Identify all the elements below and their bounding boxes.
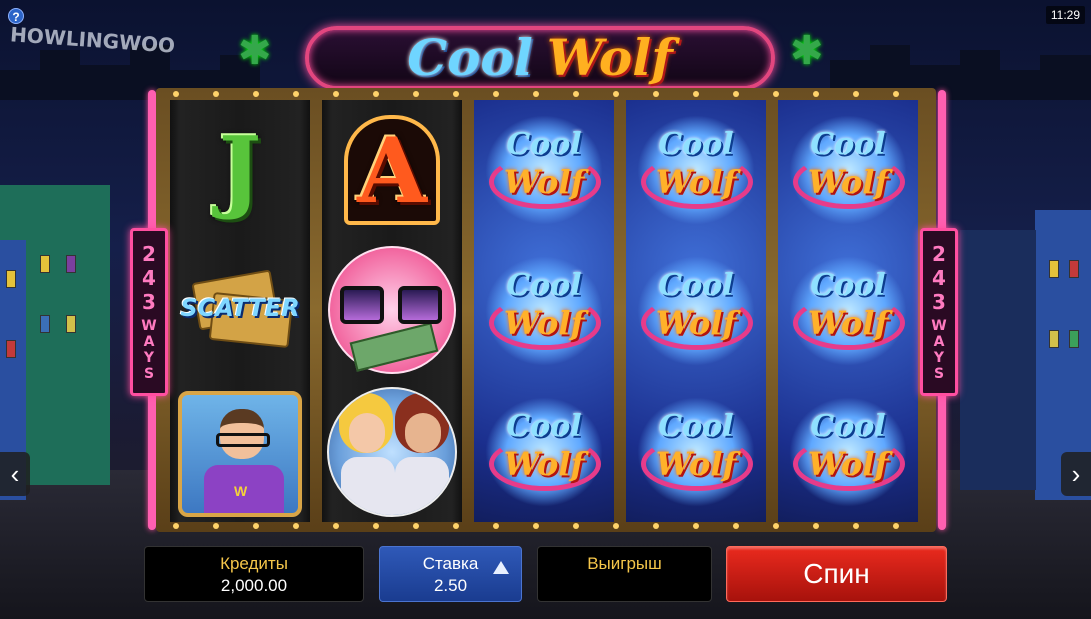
ways-banner-right: 243 WAYS	[920, 228, 958, 396]
symbol-word-cool: Cool	[810, 127, 886, 162]
girls-icon	[327, 387, 457, 517]
reel-5: Cool Wolf Cool Wolf Cool Wolf	[778, 100, 918, 522]
symbol-word-wolf: Wolf	[807, 445, 889, 483]
symbol-word-cool: Cool	[658, 409, 734, 444]
reel-3: Cool Wolf Cool Wolf Cool Wolf	[474, 100, 614, 522]
building-right-back	[960, 230, 1036, 490]
credits-panel: Кредиты 2,000.00	[144, 546, 364, 602]
ways-label: WAYS	[931, 318, 947, 382]
credits-label: Кредиты	[220, 554, 288, 573]
cool-wolf-icon: Cool Wolf	[785, 105, 911, 235]
cool-wolf-icon: Cool Wolf	[481, 387, 607, 517]
credits-value: 2,000.00	[220, 576, 288, 595]
next-arrow-icon[interactable]: ›	[1061, 452, 1091, 496]
prev-arrow-icon[interactable]: ‹	[0, 452, 30, 496]
symbol-cool-wolf: Cool Wolf	[474, 241, 614, 381]
symbol-nerd-guy: W	[170, 384, 310, 522]
symbol-a: A	[322, 100, 462, 240]
symbol-cool-wolf: Cool Wolf	[778, 241, 918, 381]
symbol-word-cool: Cool	[506, 127, 582, 162]
sunglasses-icon	[328, 246, 456, 374]
symbol-word-cool: Cool	[506, 409, 582, 444]
scatter-label: SCATTER	[180, 294, 300, 322]
ways-label: WAYS	[141, 318, 157, 382]
symbol-cool-wolf: Cool Wolf	[778, 100, 918, 240]
cool-wolf-icon: Cool Wolf	[481, 105, 607, 235]
clock: 11:29	[1045, 6, 1085, 24]
win-label: Выигрыш	[587, 554, 662, 573]
game-logo: Cool Wolf	[340, 26, 740, 90]
cool-wolf-icon: Cool Wolf	[785, 387, 911, 517]
symbol-a-label: A	[344, 115, 440, 225]
symbol-j: J	[170, 100, 310, 240]
symbol-word-cool: Cool	[810, 409, 886, 444]
win-panel: Выигрыш	[537, 546, 712, 602]
logo-word-wolf: Wolf	[546, 28, 673, 87]
symbol-word-wolf: Wolf	[503, 163, 585, 201]
symbol-cool-wolf: Cool Wolf	[474, 382, 614, 522]
symbol-word-wolf: Wolf	[503, 445, 585, 483]
symbol-word-cool: Cool	[658, 127, 734, 162]
cool-wolf-icon: Cool Wolf	[633, 246, 759, 376]
symbol-cool-wolf: Cool Wolf	[626, 100, 766, 240]
symbol-word-wolf: Wolf	[503, 304, 585, 342]
ways-banner-left: 243 WAYS	[130, 228, 168, 396]
nerd-guy-icon: W	[178, 391, 302, 517]
symbol-word-wolf: Wolf	[655, 304, 737, 342]
cool-wolf-icon: Cool Wolf	[633, 105, 759, 235]
logo-word-cool: Cool	[407, 28, 533, 87]
spin-button[interactable]: Спин	[726, 546, 947, 602]
reel-4: Cool Wolf Cool Wolf Cool Wolf	[626, 100, 766, 522]
ways-count: 243	[927, 242, 951, 314]
symbol-sunglasses-money	[322, 240, 462, 380]
jacket-letter: W	[234, 483, 248, 499]
reel-1: J SCATTER W	[170, 100, 310, 522]
palm-tree-icon: ✱	[790, 29, 824, 73]
symbol-word-cool: Cool	[506, 268, 582, 303]
triangle-up-icon	[493, 561, 509, 574]
symbol-cool-wolf: Cool Wolf	[474, 100, 614, 240]
symbol-word-wolf: Wolf	[807, 304, 889, 342]
help-button[interactable]: ?	[8, 8, 24, 24]
symbol-word-cool: Cool	[810, 268, 886, 303]
symbol-cool-wolf: Cool Wolf	[626, 241, 766, 381]
cool-wolf-icon: Cool Wolf	[481, 246, 607, 376]
symbol-cool-wolf: Cool Wolf	[626, 382, 766, 522]
palm-tree-icon: ✱	[238, 29, 272, 73]
symbol-word-wolf: Wolf	[655, 445, 737, 483]
cool-wolf-icon: Cool Wolf	[785, 246, 911, 376]
symbol-girls	[322, 382, 462, 522]
spin-label: Спин	[803, 558, 870, 589]
symbol-word-cool: Cool	[658, 268, 734, 303]
cool-wolf-icon: Cool Wolf	[633, 387, 759, 517]
reel-2: A	[322, 100, 462, 522]
symbol-scatter: SCATTER	[170, 240, 310, 380]
symbol-cool-wolf: Cool Wolf	[778, 382, 918, 522]
symbol-word-wolf: Wolf	[655, 163, 737, 201]
ways-count: 243	[137, 242, 161, 314]
symbol-j-label: J	[218, 117, 262, 223]
bet-value: 2.50	[433, 576, 468, 595]
symbol-word-wolf: Wolf	[807, 163, 889, 201]
bet-button[interactable]: Ставка 2.50	[379, 546, 522, 602]
